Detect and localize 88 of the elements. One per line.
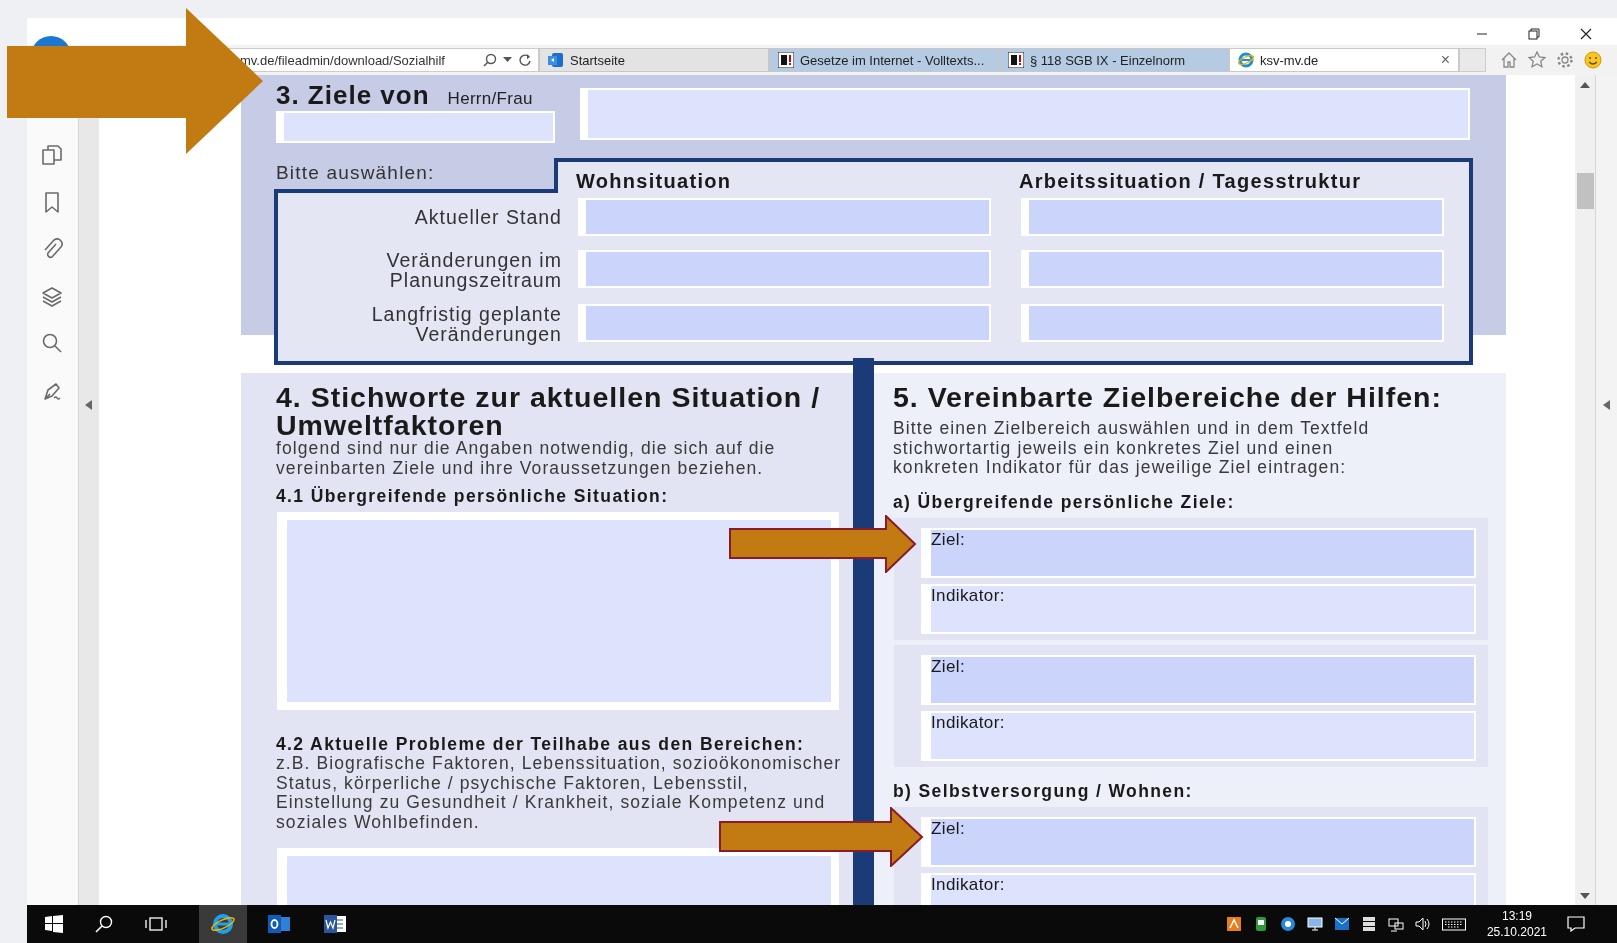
text-field[interactable] [1020,198,1444,236]
field-label: Ziel: [930,529,966,550]
clock[interactable]: 13:19 25.10.2021 [1486,908,1547,940]
settings-icon[interactable] [1556,51,1574,69]
restore-icon[interactable] [1528,27,1540,40]
app-icon[interactable] [1225,916,1242,932]
text-field[interactable] [1020,250,1444,288]
subsection-heading: 4.2 Aktuelle Probleme der Teilhabe aus den Bereichen: [275,734,806,754]
field-label: Indikator: [930,874,1005,895]
browser-tab[interactable]: § 118 SGB IX - Einzelnorm [999,48,1229,72]
network-icon[interactable] [1387,916,1404,932]
search-icon[interactable] [95,915,113,933]
server-icon[interactable] [1360,916,1377,932]
column-header: Arbeitssituation / Tagesstruktur [1018,170,1363,193]
group-heading: b) Selbstversorgung / Wohnen: [892,780,1194,801]
text-field[interactable]: Indikator: [920,710,1476,761]
row-label: Langfristig geplante Veränderungen [371,304,562,344]
section-title: 4. Stichworte zur aktuellen Situation / Umweltfaktoren [275,383,822,439]
column-header: Wohnsituation [575,170,733,193]
row-label: Aktueller Stand [414,207,562,227]
address-text: mv.de/fileadmin/download/Sozialhilf [240,52,446,68]
tab-title: ksv-mv.de [1260,52,1320,68]
scroll-up-icon[interactable] [1580,82,1590,88]
site-icon [778,52,794,68]
description-text: z.B. Biografische Faktoren, Lebenssituation, sozioökonomischer Status, körperliche / psychische Faktoren, Lebensstil, Einstellung zu Gesundheit / Krankheit, soziale Kompetenz und soziales Wohlbefinden. [275,754,843,832]
section-title: 3. Ziele von [275,80,430,111]
search-icon[interactable] [483,53,497,67]
subsection-heading: 4.1 Übergreifende persönliche Situation: [275,486,670,506]
text-field[interactable] [276,512,839,710]
paperclip-icon[interactable] [41,238,64,260]
mail-icon[interactable] [1333,916,1350,932]
star-icon[interactable] [1528,51,1546,69]
smiley-icon[interactable] [1584,51,1602,69]
document-app-icon [323,912,347,936]
text-field[interactable] [577,304,991,342]
salutation-label: Herrn/Frau [447,89,533,109]
text-field[interactable] [579,88,1470,140]
field-label: Indikator: [930,585,1005,606]
site-icon [548,52,564,68]
text-field[interactable]: Indikator: [920,872,1476,905]
field-label: Indikator: [930,712,1005,733]
row-label: Veränderungen im Planungszeitraum [386,250,562,290]
text-field[interactable]: Ziel: [920,654,1476,705]
text-field[interactable]: Ziel: [920,527,1476,578]
home-icon[interactable] [1500,51,1518,69]
pages-icon[interactable] [41,144,64,166]
browser-icon [1238,52,1254,68]
text-field[interactable] [276,848,839,905]
collapse-icon[interactable] [85,400,93,410]
dropdown-icon[interactable] [503,57,512,63]
windows-start-icon[interactable] [45,915,63,933]
text-field[interactable]: Indikator: [920,583,1476,634]
text-field[interactable] [1020,304,1444,342]
prompt-label: Bitte auswählen: [275,162,436,184]
clock-date: 25.10.2021 [1486,924,1547,940]
browser-tab[interactable]: ksv-mv.de × [1229,48,1459,72]
refresh-icon[interactable] [518,53,532,67]
browser-icon [211,912,235,936]
close-icon[interactable] [1580,27,1592,40]
tab-title: § 118 SGB IX - Einzelnorm [1030,52,1187,68]
intro-text: Bitte einen Zielbereich auswählen und in dem Textfeld stichwortartig jeweils ein konkretes Ziel und einen konkreten Indikator für das jeweilige Ziel eintragen: [892,419,1371,478]
tab-title: Startseite [570,52,626,68]
monitor-icon[interactable] [1306,916,1323,932]
field-label: Ziel: [930,656,966,677]
scroll-down-icon[interactable] [1580,893,1590,899]
mail-app-icon [267,912,291,936]
task-view-icon[interactable] [145,916,167,932]
close-tab-button[interactable]: × [1440,51,1450,69]
field-label: Ziel: [930,818,966,839]
text-field[interactable] [577,198,991,236]
site-icon [1008,52,1024,68]
text-field[interactable] [275,111,555,143]
group-heading: a) Übergreifende persönliche Ziele: [892,491,1236,512]
browser-tab[interactable]: Gesetze im Internet - Volltexts... [769,48,999,72]
layers-icon[interactable] [41,285,64,307]
text-field[interactable] [577,250,991,288]
scrollbar-thumb[interactable] [1576,173,1594,209]
app-icon[interactable] [1279,916,1296,932]
notification-icon[interactable] [1567,916,1585,932]
keyboard-icon[interactable] [1441,916,1466,932]
speaker-icon[interactable] [1414,916,1431,932]
collapse-icon[interactable] [1603,400,1610,410]
section-title: 5. Vereinbarte Zielbereiche der Hilfen: [892,383,1443,411]
tab-title: Gesetze im Internet - Volltexts... [800,52,986,68]
text-field[interactable]: Ziel: [920,816,1476,867]
intro-text: folgend sind nur die Angaben notwendig, die sich auf die vereinbarten Ziele und ihre Voraussetzungen beziehen. [275,439,777,478]
clock-time: 13:19 [1501,908,1532,924]
browser-tab[interactable]: Startseite [539,48,769,72]
